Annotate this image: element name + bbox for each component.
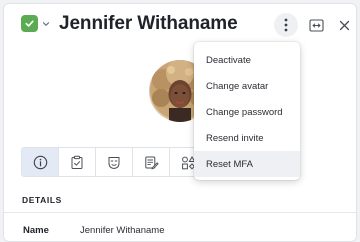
tab-info[interactable] xyxy=(22,148,59,176)
name-label: Name xyxy=(23,225,49,236)
profile-tabs xyxy=(21,147,208,177)
actions-menu: Deactivate Change avatar Change password… xyxy=(194,42,300,180)
status-dropdown[interactable] xyxy=(21,15,51,32)
name-value: Jennifer Withaname xyxy=(80,225,165,236)
tab-notes[interactable] xyxy=(133,148,170,176)
menu-item-reset-mfa[interactable]: Reset MFA xyxy=(194,151,300,177)
chevron-down-icon xyxy=(42,21,50,26)
active-status-check-icon xyxy=(21,15,38,32)
user-profile-panel: Jennifer Withaname DETAILS Name Jennifer… xyxy=(3,3,357,242)
menu-item-deactivate[interactable]: Deactivate xyxy=(194,47,300,73)
tab-tasks[interactable] xyxy=(59,148,96,176)
menu-item-change-avatar[interactable]: Change avatar xyxy=(194,73,300,99)
tab-personas[interactable] xyxy=(96,148,133,176)
info-icon xyxy=(33,155,47,169)
page-title: Jennifer Withaname xyxy=(59,13,238,34)
expand-width-icon xyxy=(308,18,324,32)
expand-button[interactable] xyxy=(306,15,326,35)
menu-item-resend-invite[interactable]: Resend invite xyxy=(194,125,300,151)
close-button[interactable] xyxy=(334,15,354,35)
menu-item-change-password[interactable]: Change password xyxy=(194,99,300,125)
clipboard-check-icon xyxy=(71,155,83,169)
kebab-menu-icon xyxy=(284,18,288,32)
mask-icon xyxy=(108,156,120,169)
document-edit-icon xyxy=(144,156,159,169)
details-heading: DETAILS xyxy=(22,195,62,205)
close-icon xyxy=(339,20,349,30)
divider xyxy=(4,212,356,213)
more-actions-button[interactable] xyxy=(274,13,298,37)
